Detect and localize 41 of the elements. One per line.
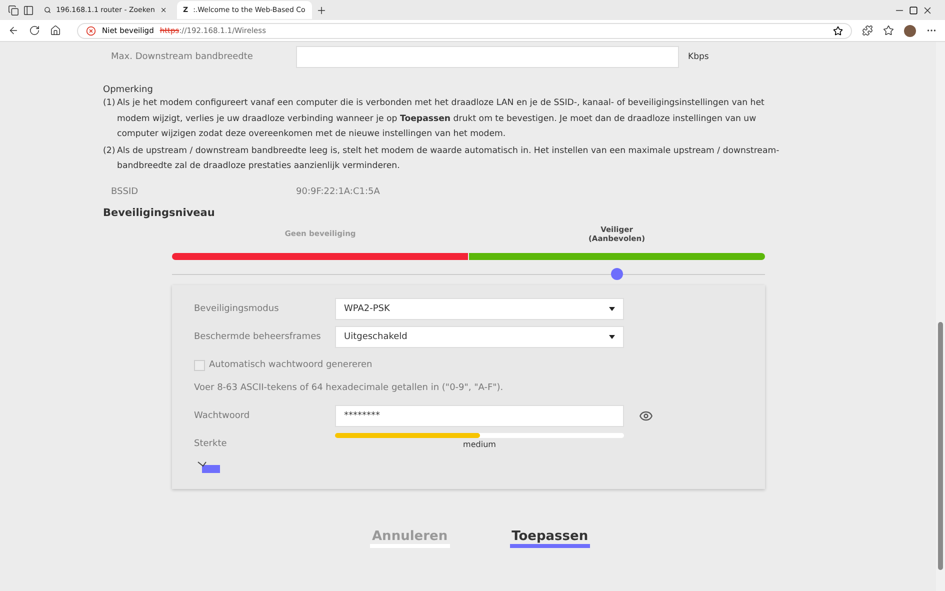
section-title: Beveiligingsniveau [103,206,216,218]
maximize-icon[interactable] [909,6,918,14]
password-field[interactable]: ******** [335,404,624,426]
warning-icon [86,26,96,36]
field-label: BSSID [111,186,140,196]
workspaces-icon[interactable] [8,4,19,16]
unit-label: Kbps [688,52,709,62]
favorite-icon[interactable] [833,26,843,36]
search-icon [44,6,52,14]
apply-button[interactable]: Toepassen [510,528,590,548]
show-password-icon[interactable] [639,408,653,422]
note-number: (2) [103,144,116,158]
field-label: Beschermde beheersframes [194,332,322,342]
note-number: (1) [103,97,116,110]
new-tab-icon[interactable] [316,4,327,16]
extensions-icon[interactable] [862,25,873,36]
hint-text: Voer 8-63 ASCII-tekens of 64 hexadecimale getallen in ("0-9", "A-F"). [194,382,504,392]
home-icon[interactable] [50,25,61,36]
checkbox[interactable] [194,360,205,370]
level-slider-handle[interactable] [610,268,623,280]
checkbox-label: Automatisch wachtwoord genereren [209,360,374,370]
reload-icon[interactable] [29,25,40,36]
favorites-icon[interactable] [883,25,894,36]
strength-reading: medium [462,440,497,448]
note-text: Als je het modem configureert vanaf een computer die is verbonden met het draadloze LAN en je de SSID-, kanaal- of beveiligingsinstellingen van het modem wijzigt, verlies je uw draadloze verbinding wanneer je op Toepassen drukt om te bevestigen. Je moet dan de draadloze instellingen van uw computer wijzigen zodat deze overeenkomen met de nieuwe instellingen van het modem. [117,97,766,141]
input-field[interactable] [296,46,679,68]
note-text: Als de upstream / downstream bandbreedte leeg is, stelt het modem de waarde automatisch in. Het instellen van een maximale upstream / downstream-bandbreedte zal de draadloze prestaties aanzienlijk verminderen. [117,144,780,173]
field-label: Beveiligingsmodus [194,304,280,314]
sidebar-icon[interactable] [23,4,34,16]
field-label: Sterkte [194,438,228,448]
close-icon[interactable] [922,4,933,16]
close-icon[interactable] [160,6,167,14]
check-mark-icon [196,460,220,472]
avatar-icon[interactable] [904,24,916,36]
mode-dropdown[interactable]: WPA2-PSK [335,298,624,320]
field-label: Wachtwoord [194,410,251,420]
back-icon[interactable] [8,25,19,36]
note-title: Opmerking [103,85,154,95]
pmf-dropdown[interactable]: Uitgeschakeld [335,326,624,348]
bssid-value: 90:9F:22:1A:C1:5A [296,186,381,196]
field-label: Max. Downstream bandbreedte [111,52,254,62]
